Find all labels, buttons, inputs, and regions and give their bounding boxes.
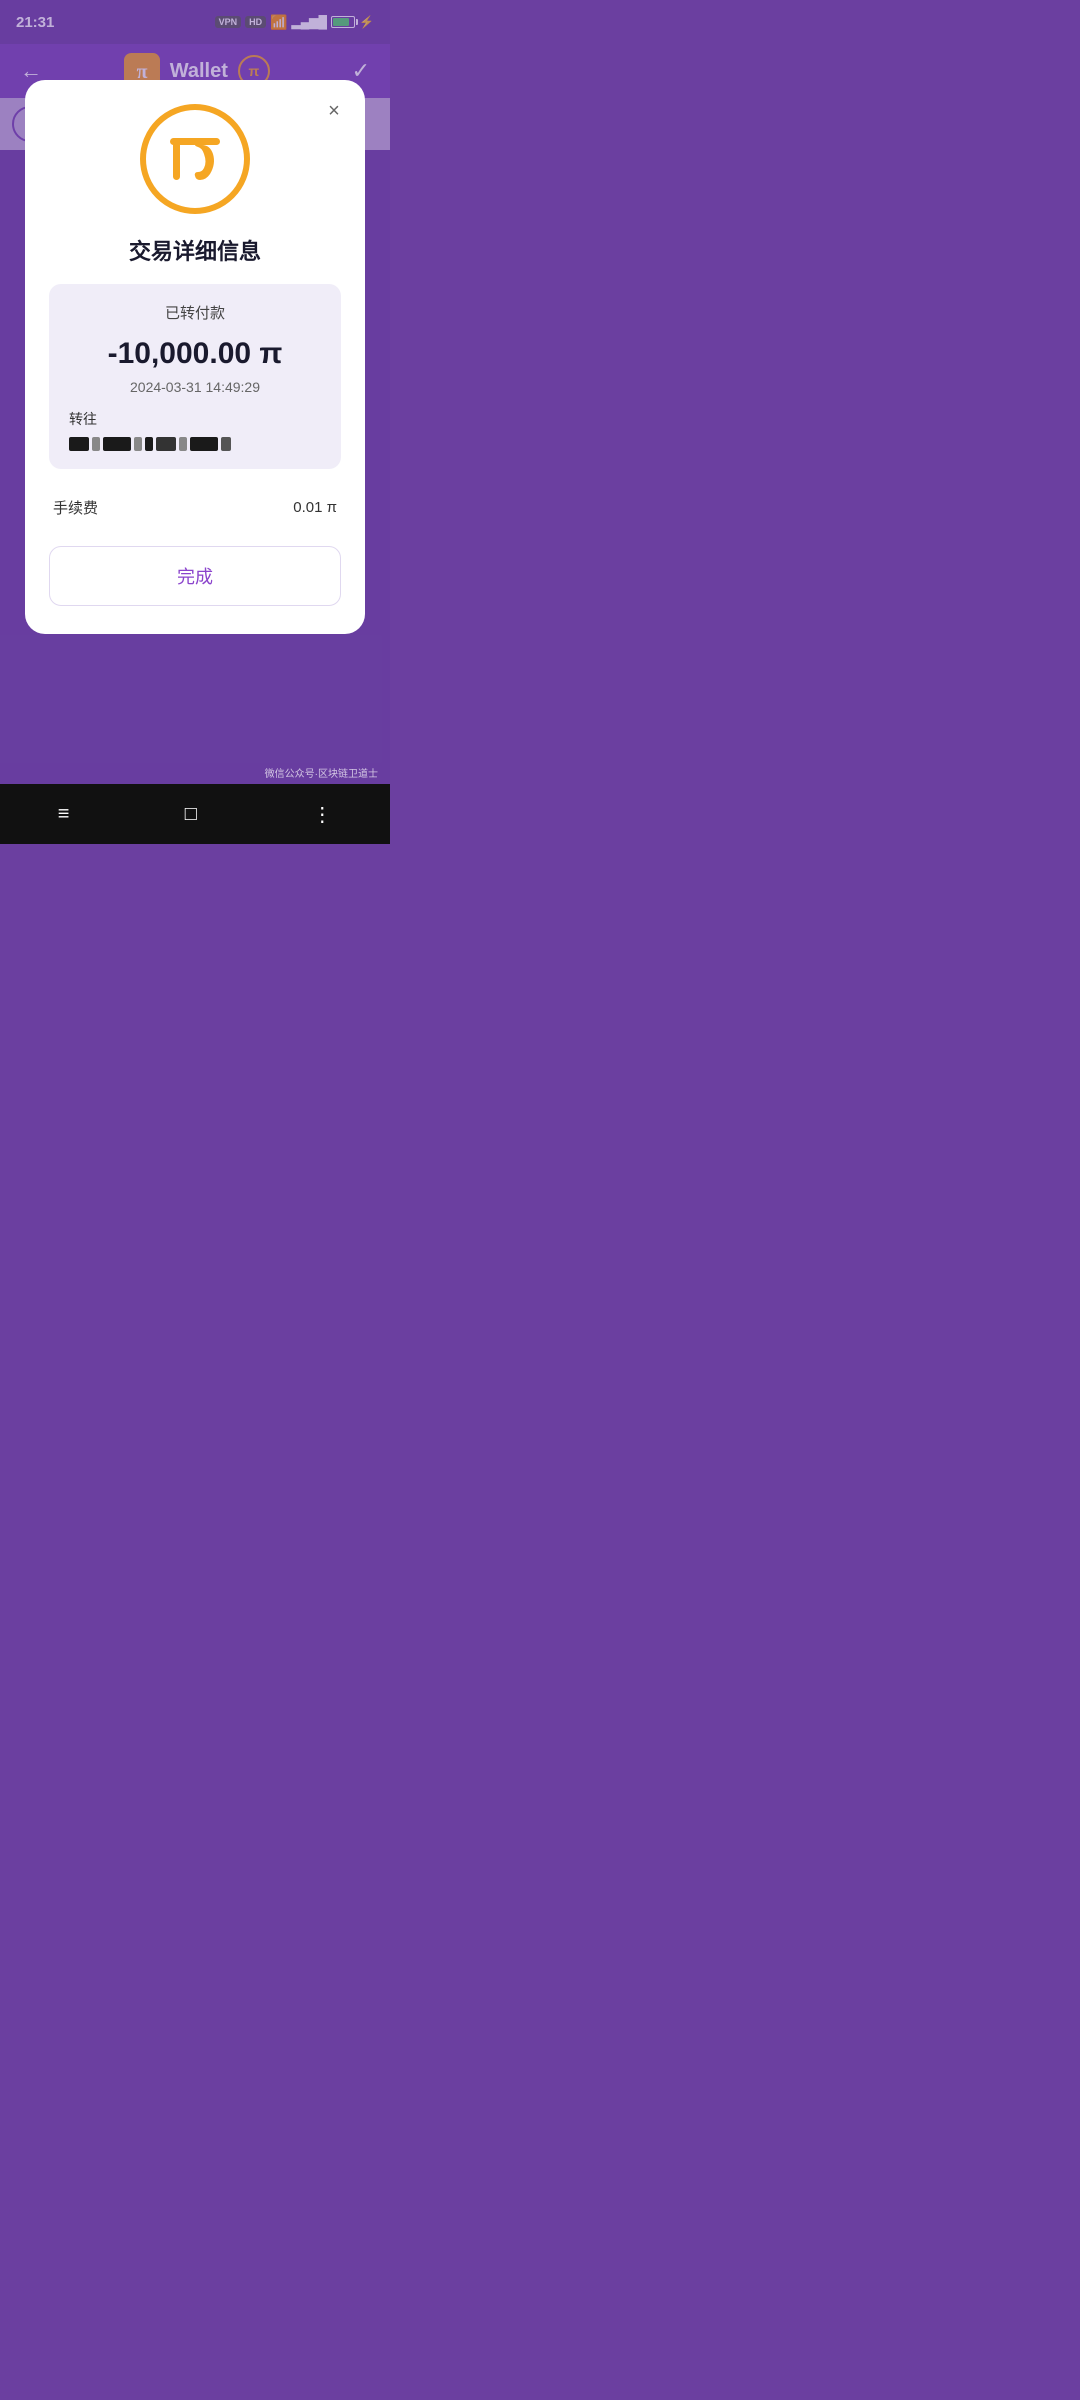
close-button[interactable]: × xyxy=(319,96,349,126)
transaction-card: 已转付款 -10,000.00 π 2024-03-31 14:49:29 转往 xyxy=(49,284,341,469)
pi-circle-icon xyxy=(140,104,250,214)
addr-block-2 xyxy=(92,437,100,451)
addr-block-5 xyxy=(145,437,153,451)
addr-block-6 xyxy=(156,437,176,451)
tx-amount: -10,000.00 π xyxy=(69,337,321,371)
transaction-modal: × 交易详细信息 已转付款 -10,000.00 π 2024-03-3 xyxy=(25,80,365,634)
addr-block-7 xyxy=(179,437,187,451)
tx-status: 已转付款 xyxy=(69,302,321,323)
addr-block-1 xyxy=(69,437,89,451)
addr-block-9 xyxy=(221,437,231,451)
fee-value: 0.01 π xyxy=(293,499,337,516)
modal-overlay: × 交易详细信息 已转付款 -10,000.00 π 2024-03-3 xyxy=(0,0,390,784)
modal-title: 交易详细信息 xyxy=(49,234,341,266)
fee-row: 手续费 0.01 π xyxy=(49,485,341,530)
addr-block-4 xyxy=(134,437,142,451)
bottom-nav: ≡ □ ⋮ xyxy=(0,784,390,844)
home-icon[interactable]: □ xyxy=(185,803,197,826)
pi-svg-icon xyxy=(160,124,230,194)
tx-date: 2024-03-31 14:49:29 xyxy=(69,379,321,395)
complete-button[interactable]: 完成 xyxy=(49,546,341,606)
tx-to-label: 转往 xyxy=(69,409,321,429)
watermark: 微信公众号·区块链卫道士 xyxy=(265,765,378,780)
menu-icon[interactable]: ≡ xyxy=(58,803,70,826)
addr-block-8 xyxy=(190,437,218,451)
addr-block-3 xyxy=(103,437,131,451)
fee-label: 手续费 xyxy=(53,497,98,518)
pi-logo-large xyxy=(49,104,341,214)
tx-address xyxy=(69,437,321,451)
share-icon[interactable]: ⋮ xyxy=(312,802,332,827)
